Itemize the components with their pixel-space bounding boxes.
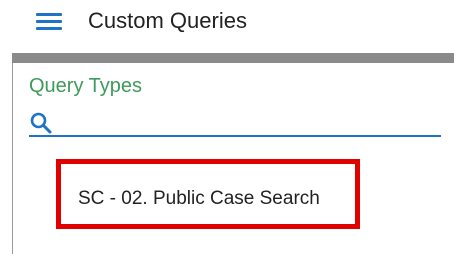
query-types-search-input[interactable] bbox=[60, 110, 438, 134]
panel-top-divider bbox=[12, 53, 454, 63]
search-underline bbox=[29, 135, 441, 137]
query-type-item-public-case-search[interactable]: SC - 02. Public Case Search bbox=[78, 187, 320, 211]
hamburger-menu-icon[interactable] bbox=[36, 11, 62, 33]
app-header: Custom Queries bbox=[0, 0, 454, 50]
query-types-label: Query Types bbox=[29, 75, 143, 97]
search-icon[interactable] bbox=[29, 111, 55, 137]
panel-left-border bbox=[12, 63, 13, 254]
page-title: Custom Queries bbox=[88, 8, 247, 33]
